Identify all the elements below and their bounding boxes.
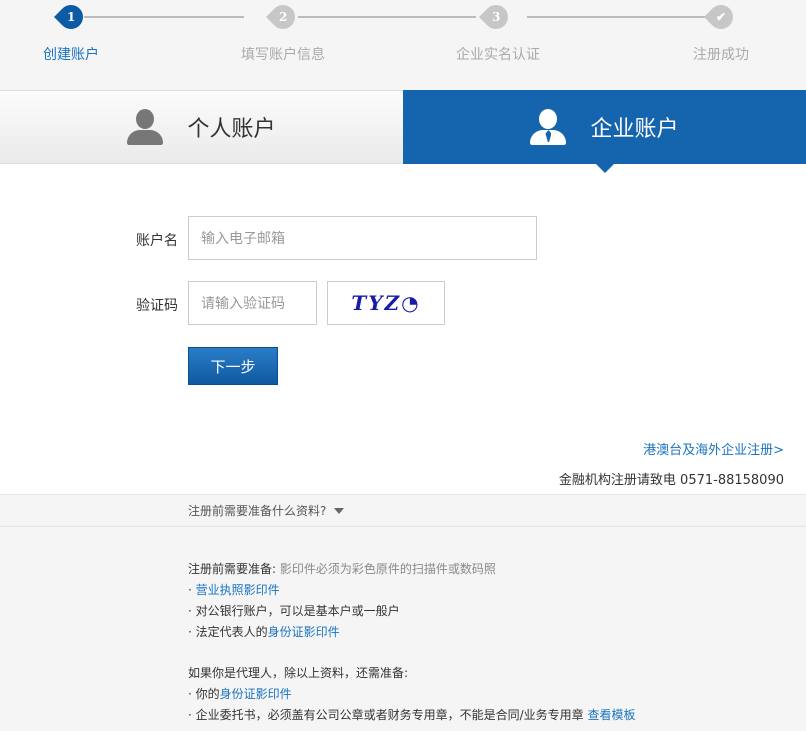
step-connector (527, 16, 705, 18)
financial-institution-contact: 金融机构注册请致电 0571-88158090 (559, 469, 784, 488)
prep-title: 注册前需要准备: (188, 562, 277, 576)
contact-prefix: 金融机构注册请致电 (558, 473, 676, 488)
step-connector (298, 16, 476, 18)
step-1-marker: 1 (54, 0, 88, 34)
list-item: · 对公银行账户，可以是基本户或一般户 (188, 604, 400, 618)
agent-letter-text: 企业委托书，必须盖有公司公章或者财务专用章，不能是合同/业务专用章 (195, 708, 584, 722)
bank-account-text: 对公银行账户，可以是基本户或一般户 (195, 604, 400, 618)
captcha-text: TYZ◔ (351, 291, 421, 315)
caret-down-icon (334, 507, 345, 514)
tab-personal-account[interactable]: 个人账户 (0, 90, 403, 164)
registration-form: 账户名 输入电子邮箱 验证码 请输入验证码 TYZ◔ 下一步 港澳台及海外企业注… (0, 164, 806, 494)
step-2-label: 填写账户信息 (241, 47, 325, 63)
next-step-button[interactable]: 下一步 (188, 347, 278, 385)
agent-heading: 如果你是代理人，除以上资料，还需准备: (188, 666, 409, 680)
registration-steps: 1 2 3 ✔ 创建账户 填写账户信息 企业实名认证 注册成功 (0, 0, 806, 90)
step-3-label: 企业实名认证 (456, 47, 540, 63)
tab-company-label: 企业账户 (590, 117, 679, 142)
tab-personal-label: 个人账户 (187, 117, 276, 142)
legal-rep-prefix: 法定代表人的 (195, 625, 268, 639)
documents-list: 注册前需要准备: 影印件必须为彩色原件的扫描件或数码照 · 营业执照影印件 · … (0, 527, 806, 726)
legal-rep-id-link[interactable]: 身份证影印件 (268, 625, 340, 639)
contact-phone: 0571-88158090 (680, 473, 784, 488)
step-connector (84, 16, 244, 18)
captcha-input[interactable]: 请输入验证码 (188, 281, 317, 325)
step-4-check-icon: ✔ (704, 0, 738, 34)
documents-toggle-label: 注册前需要准备什么资料? (188, 504, 327, 518)
user-icon (127, 109, 164, 145)
tab-company-account[interactable]: 企业账户 (403, 90, 806, 164)
step-1-label: 创建账户 (43, 47, 99, 63)
captcha-label: 验证码 (136, 298, 178, 314)
email-input[interactable]: 输入电子邮箱 (188, 216, 537, 260)
business-user-icon (530, 109, 567, 145)
prep-note: 影印件必须为彩色原件的扫描件或数码照 (279, 562, 496, 576)
required-documents-section: 注册前需要准备什么资料? 注册前需要准备: 影印件必须为彩色原件的扫描件或数码照… (0, 494, 806, 731)
account-type-tabs: 个人账户 企业账户 (0, 90, 806, 164)
list-item: · 营业执照影印件 (188, 583, 280, 597)
documents-toggle[interactable]: 注册前需要准备什么资料? (0, 495, 806, 527)
step-4-label: 注册成功 (693, 47, 749, 63)
list-item: · 法定代表人的身份证影印件 (188, 625, 340, 639)
account-name-label: 账户名 (136, 233, 178, 249)
step-3-marker: 3 (479, 0, 513, 34)
list-item: · 你的身份证影印件 (188, 687, 292, 701)
view-template-link[interactable]: 查看模板 (588, 708, 636, 722)
agent-id-link[interactable]: 身份证影印件 (220, 687, 292, 701)
step-2-marker: 2 (266, 0, 300, 34)
agent-id-prefix: 你的 (195, 687, 220, 701)
hk-overseas-register-link[interactable]: 港澳台及海外企业注册> (643, 439, 784, 458)
captcha-image[interactable]: TYZ◔ (327, 281, 445, 325)
business-license-link[interactable]: 营业执照影印件 (196, 583, 280, 597)
prep-heading: 注册前需要准备: 影印件必须为彩色原件的扫描件或数码照 (188, 559, 806, 580)
list-item: · 企业委托书，必须盖有公司公章或者财务专用章，不能是合同/业务专用章 查看模板 (188, 708, 636, 722)
